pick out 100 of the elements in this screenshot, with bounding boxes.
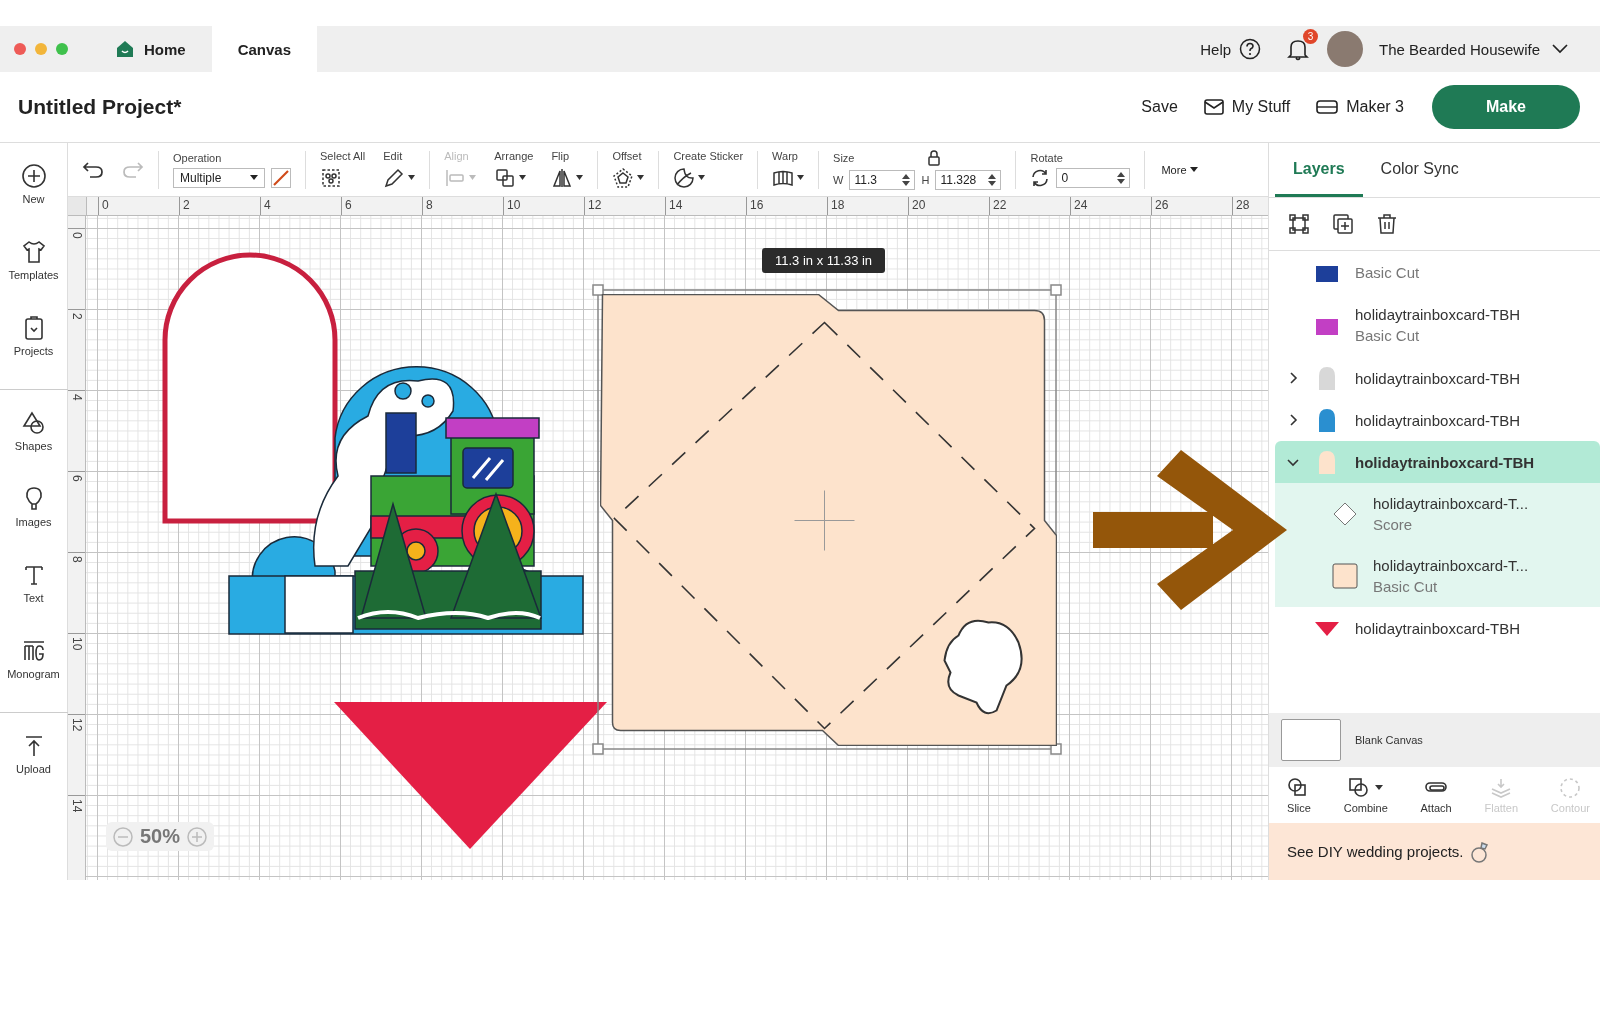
sidebar-item[interactable]: New bbox=[0, 157, 68, 233]
rotate-icon[interactable] bbox=[1030, 167, 1051, 188]
ruler-label: 14 bbox=[665, 197, 746, 215]
layer-name: holidaytrainboxcard-T... bbox=[1373, 557, 1529, 574]
canvas-swatch[interactable] bbox=[1281, 719, 1341, 761]
help-icon bbox=[1239, 38, 1262, 60]
caret-icon bbox=[519, 175, 527, 180]
slice-button[interactable]: Slice bbox=[1287, 776, 1311, 814]
flip-icon bbox=[551, 166, 574, 189]
sidebar-item[interactable]: Images bbox=[0, 480, 68, 556]
layer-operation: Basic Cut bbox=[1373, 578, 1439, 595]
ruler-label: 4 bbox=[68, 390, 85, 471]
caret-icon bbox=[576, 175, 584, 180]
sidebar-item[interactable]: Monogram bbox=[0, 632, 68, 708]
ruler-label: 6 bbox=[68, 471, 85, 552]
duplicate-icon[interactable] bbox=[1331, 212, 1355, 236]
color-swatch[interactable] bbox=[271, 167, 291, 188]
redo-icon bbox=[122, 160, 144, 179]
arch-card-drawing[interactable] bbox=[162, 252, 338, 524]
layer-operation: Score bbox=[1373, 516, 1414, 533]
layer-row[interactable]: holidaytrainboxcard-TBH bbox=[1275, 441, 1600, 483]
layer-name: holidaytrainboxcard-TBH bbox=[1355, 453, 1535, 471]
tool-label: Select All bbox=[320, 149, 366, 162]
layer-row[interactable]: holidaytrainboxcard-TBH bbox=[1275, 399, 1600, 441]
ruler-label: 24 bbox=[1070, 197, 1151, 215]
layer-operation: Basic Cut bbox=[1355, 327, 1421, 344]
layer-row[interactable]: holidaytrainboxcard-TBH Basic Cut bbox=[1275, 293, 1600, 357]
ruler-label: 22 bbox=[989, 197, 1070, 215]
promo-message[interactable]: See DIY wedding projects. bbox=[1287, 843, 1464, 860]
height-field[interactable]: 11.328 bbox=[935, 169, 1002, 190]
triangle-shape[interactable] bbox=[334, 702, 607, 849]
spinner-icon[interactable] bbox=[902, 172, 911, 187]
ruler-label: 0 bbox=[68, 228, 85, 309]
new-icon bbox=[20, 163, 47, 189]
canvas-label: Blank Canvas bbox=[1355, 734, 1423, 746]
panel-tab[interactable]: Color Sync bbox=[1362, 143, 1477, 197]
ruler-label: 12 bbox=[584, 197, 665, 215]
avatar[interactable] bbox=[1327, 31, 1364, 67]
bell-icon[interactable] bbox=[1287, 37, 1310, 61]
tool-label: Arrange bbox=[494, 149, 534, 162]
ruler-label: 20 bbox=[908, 197, 989, 215]
caret-icon bbox=[1375, 785, 1384, 790]
ruler-label: 8 bbox=[68, 552, 85, 633]
sidebar-item[interactable]: Projects bbox=[0, 309, 68, 385]
help-button[interactable]: Help bbox=[1200, 38, 1262, 60]
spinner-icon[interactable] bbox=[1117, 170, 1126, 185]
attach-button[interactable]: Attach bbox=[1420, 776, 1452, 814]
ruler-label: 6 bbox=[341, 197, 422, 215]
ruler-label: 26 bbox=[1151, 197, 1232, 215]
close-window-button[interactable] bbox=[14, 43, 26, 55]
delete-icon[interactable] bbox=[1375, 212, 1399, 236]
sidebar-item[interactable]: Shapes bbox=[0, 404, 68, 480]
layer-name: holidaytrainboxcard-TBH bbox=[1355, 369, 1521, 387]
layer-row[interactable]: holidaytrainboxcard-T... Basic Cut bbox=[1275, 545, 1600, 607]
account-menu[interactable]: The Bearded Housewife bbox=[1379, 40, 1568, 58]
sidebar-item[interactable]: Text bbox=[0, 556, 68, 632]
layer-row[interactable]: Basic Cut bbox=[1275, 251, 1600, 293]
my-stuff-button[interactable]: My Stuff bbox=[1203, 98, 1291, 116]
caret-icon bbox=[698, 175, 706, 180]
sidebar-item[interactable]: Templates bbox=[0, 233, 68, 309]
width-label: W bbox=[833, 173, 844, 186]
spinner-icon[interactable] bbox=[988, 172, 997, 187]
ring-icon bbox=[1469, 840, 1490, 863]
machine-icon bbox=[1316, 100, 1339, 114]
layer-name: holidaytrainboxcard-TBH bbox=[1355, 411, 1521, 429]
layer-row[interactable]: holidaytrainboxcard-TBH bbox=[1275, 357, 1600, 399]
ruler-label: 10 bbox=[68, 633, 85, 714]
caret-icon bbox=[637, 175, 645, 180]
ruler-label: 0 bbox=[98, 197, 179, 215]
undo-icon bbox=[82, 160, 104, 179]
offset-button[interactable] bbox=[612, 165, 645, 190]
rotation-field[interactable]: 0 bbox=[1056, 167, 1131, 188]
chevron-icon[interactable] bbox=[1287, 414, 1299, 426]
caret-icon bbox=[469, 175, 477, 180]
undo-button[interactable] bbox=[82, 160, 104, 179]
save-button[interactable]: Save bbox=[1141, 98, 1178, 116]
lock-icon[interactable] bbox=[926, 149, 941, 166]
machine-button[interactable]: Maker 3 bbox=[1316, 98, 1404, 116]
project-title: Untitled Project* bbox=[18, 95, 182, 119]
app-tab[interactable]: Canvas bbox=[211, 26, 318, 72]
chevron-icon[interactable] bbox=[1287, 456, 1299, 468]
operation-select[interactable]: Multiple bbox=[173, 167, 265, 188]
sticker-button[interactable] bbox=[673, 165, 706, 190]
sidebar-item[interactable]: Upload bbox=[0, 727, 68, 803]
layer-name: holidaytrainboxcard-TBH bbox=[1355, 619, 1521, 637]
tool-label: Operation bbox=[173, 151, 222, 164]
layer-name: holidaytrainboxcard-TBH bbox=[1355, 306, 1521, 323]
width-field[interactable]: 11.3 bbox=[849, 169, 916, 190]
ruler-label: 4 bbox=[260, 197, 341, 215]
more-button[interactable]: More bbox=[1161, 163, 1198, 176]
panel-tab[interactable]: Layers bbox=[1275, 143, 1363, 197]
group-icon[interactable] bbox=[1287, 212, 1311, 236]
caret-icon bbox=[1189, 167, 1198, 172]
make-button[interactable]: Make bbox=[1432, 85, 1580, 129]
select-all-icon bbox=[320, 166, 342, 189]
layer-row[interactable]: holidaytrainboxcard-T... Score bbox=[1275, 483, 1600, 545]
offset-icon bbox=[612, 166, 635, 189]
chevron-icon[interactable] bbox=[1287, 372, 1299, 384]
combine-button[interactable]: Combine bbox=[1343, 776, 1388, 814]
layer-row[interactable]: holidaytrainboxcard-TBH bbox=[1275, 607, 1600, 649]
